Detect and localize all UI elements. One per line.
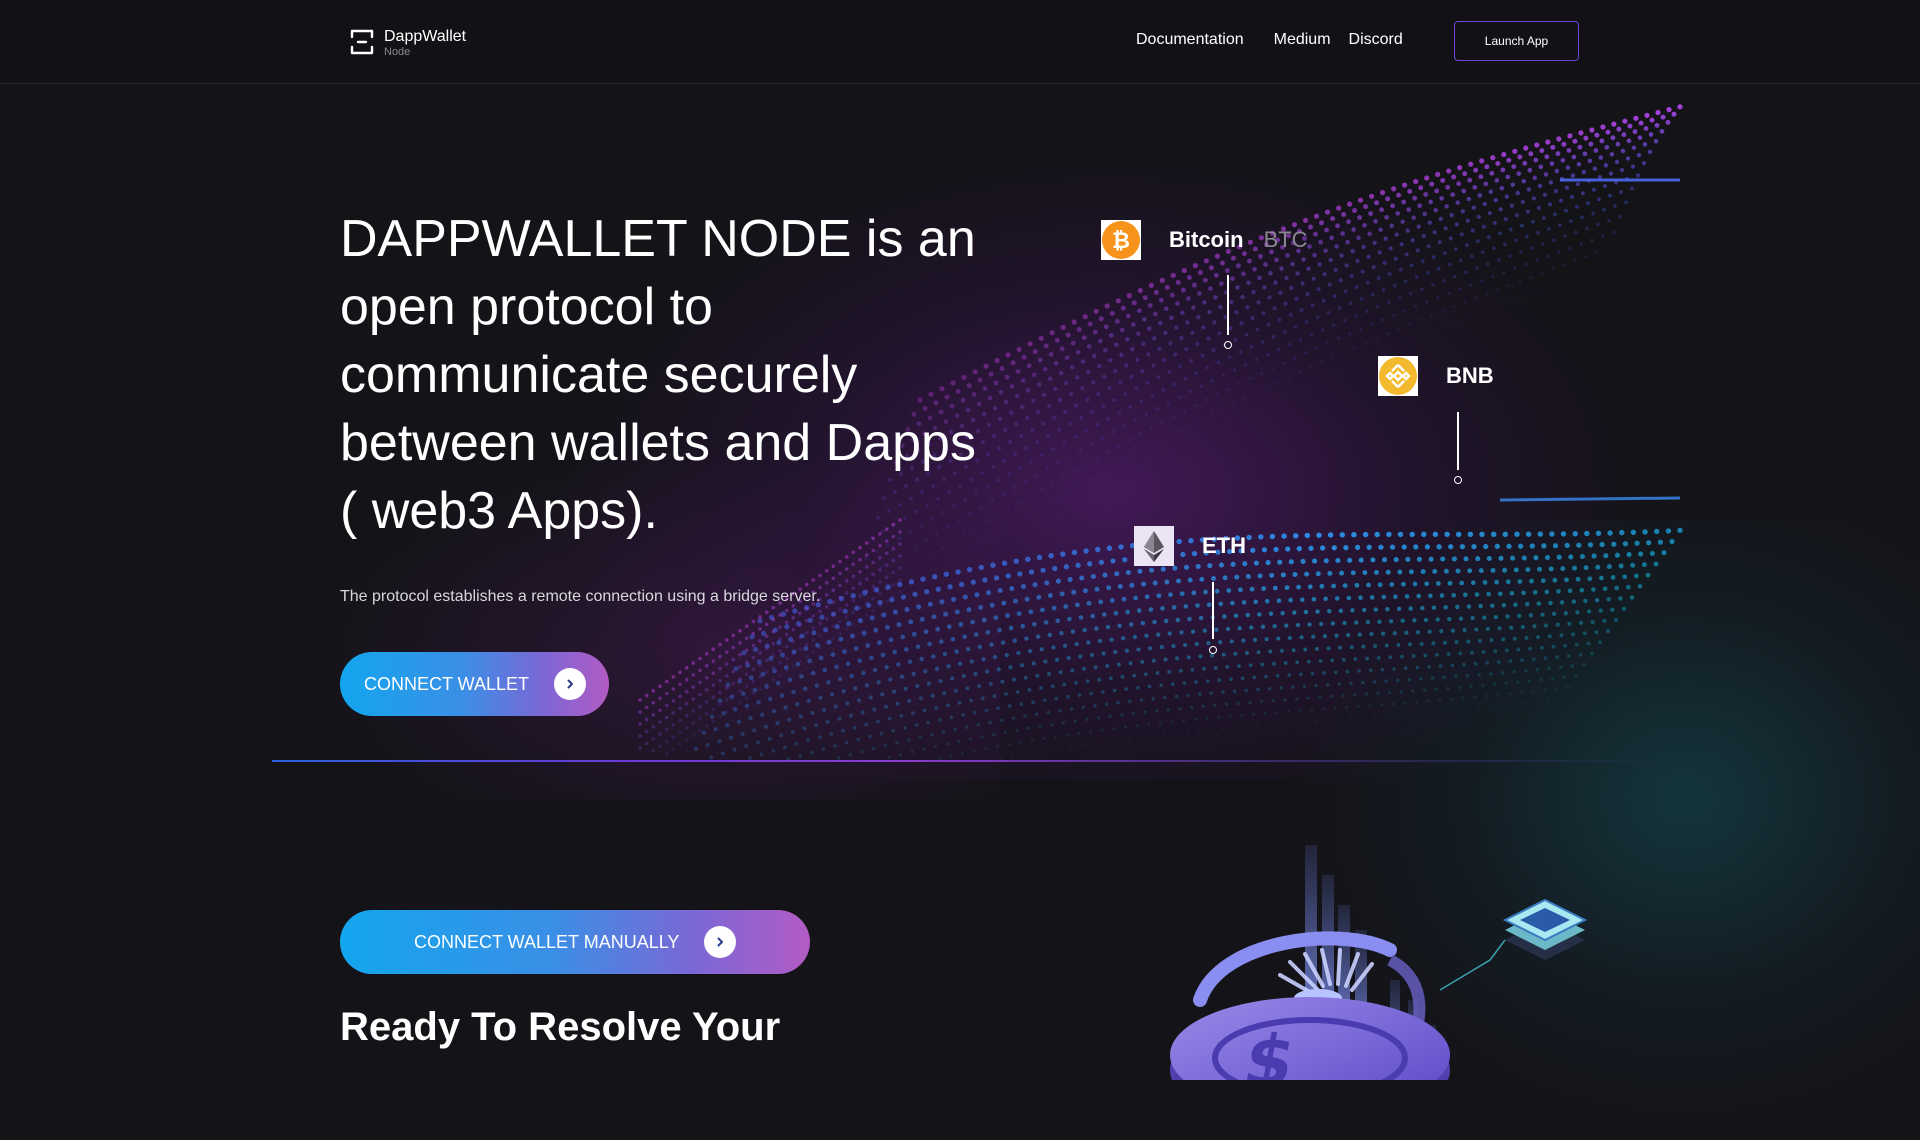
coin-name: Bitcoin (1169, 227, 1244, 252)
nav-link-medium[interactable]: Medium (1274, 31, 1331, 49)
nav-link-discord[interactable]: Discord (1349, 31, 1403, 49)
coin-bnb: BNB (1378, 356, 1494, 396)
svg-text:₿: ₿ (1112, 229, 1130, 254)
connect-wallet-manually-label: CONNECT WALLET MANUALLY (414, 931, 680, 952)
pin-line (1212, 582, 1214, 639)
bnb-icon (1378, 356, 1418, 396)
coin-name: BNB (1446, 363, 1494, 388)
bitcoin-icon: ₿ (1101, 220, 1141, 260)
coin-eth: ETH (1134, 526, 1246, 566)
pin-line (1227, 275, 1229, 335)
chevron-right-icon (554, 668, 587, 700)
hero-divider-line (272, 760, 1682, 762)
coin-name: ETH (1202, 533, 1246, 558)
coin-ticker: BTC (1263, 227, 1308, 252)
logo-subtitle: Node (384, 46, 411, 58)
logo-title: DappWallet (384, 28, 467, 45)
crypto-coin-illustration: $ (1170, 845, 1588, 1080)
hero-subtitle: The protocol establishes a remote connec… (340, 588, 821, 605)
launch-app-button[interactable]: Launch App (1454, 21, 1579, 61)
chevron-right-icon (704, 926, 737, 958)
coin-bitcoin: ₿ Bitcoin BTC (1101, 220, 1308, 260)
logo-icon (350, 29, 374, 55)
hero-title: DAPPWALLET NODE is an open protocol to c… (340, 210, 976, 540)
pin-line (1457, 412, 1459, 470)
ethereum-icon (1134, 526, 1174, 566)
pin-dot (1224, 341, 1232, 349)
connect-wallet-label: CONNECT WALLET (364, 673, 530, 694)
pin-dot (1209, 646, 1217, 654)
connect-wallet-manually-button[interactable]: CONNECT WALLET MANUALLY (340, 910, 810, 974)
logo[interactable]: DappWallet Node (349, 28, 466, 59)
section-title: Ready To Resolve Your (340, 1005, 781, 1049)
top-navigation-bar: DappWallet Node Documentation Medium Dis… (0, 0, 1920, 84)
nav-link-documentation[interactable]: Documentation (1136, 31, 1244, 49)
main-nav: Documentation Medium Discord (1136, 31, 1403, 49)
pin-dot (1454, 476, 1462, 484)
connect-wallet-button[interactable]: CONNECT WALLET (340, 652, 609, 716)
